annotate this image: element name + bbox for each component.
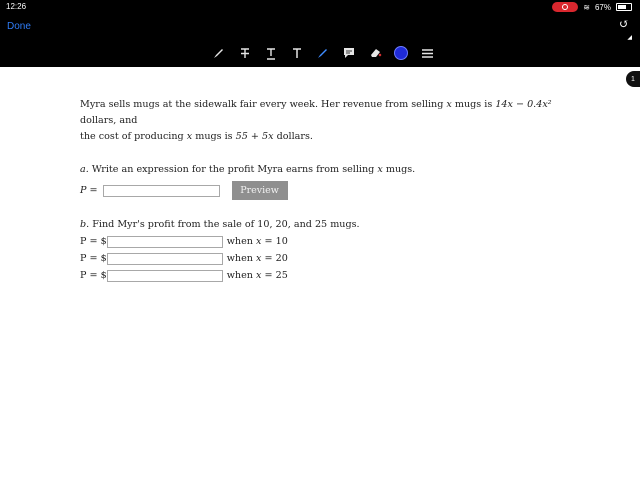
when-label: when — [226, 252, 253, 264]
status-time: 12:26 — [6, 2, 27, 11]
top-bar: 12:26 ≋ 67% Done ↺ ◢ — [0, 0, 640, 67]
profit-dollar-label: P = $ — [80, 252, 107, 264]
part-a-prompt: a. Write an expression for the profit My… — [80, 162, 580, 178]
pen-icon[interactable] — [206, 44, 232, 62]
part-a: a. Write an expression for the profit My… — [80, 162, 580, 200]
comment-icon[interactable] — [336, 44, 362, 62]
problem-text: dollars. — [273, 131, 313, 142]
variable-x: x — [256, 235, 262, 247]
part-b-row-3: P = $ when x = 25 — [80, 267, 580, 284]
profit-input-x25[interactable] — [106, 269, 223, 282]
wifi-icon: ≋ — [583, 2, 590, 12]
underline-text-icon[interactable] — [258, 44, 284, 62]
battery-icon — [616, 3, 632, 11]
color-picker-icon[interactable] — [388, 44, 414, 62]
problem-statement: Myra sells mugs at the sidewalk fair eve… — [80, 97, 580, 145]
preview-button[interactable]: Preview — [231, 181, 288, 200]
problem-text: dollars, and — [80, 115, 138, 126]
text-icon[interactable] — [284, 44, 310, 62]
profit-label: P = — [80, 184, 98, 196]
when-label: when — [226, 235, 253, 247]
part-b-row-1: P = $ when x = 10 — [80, 233, 580, 250]
screen-record-indicator — [552, 2, 579, 12]
problem-text: Myra sells mugs at the sidewalk fair eve… — [80, 99, 447, 110]
x-value: = 10 — [264, 235, 288, 247]
menu-icon[interactable] — [414, 44, 440, 62]
x-value: = 20 — [264, 252, 288, 264]
done-button[interactable]: Done — [7, 21, 31, 32]
part-a-label: a. — [80, 164, 89, 175]
battery-percent: 67% — [594, 2, 611, 12]
variable-x: x — [256, 252, 262, 264]
profit-expression-input[interactable] — [102, 184, 220, 197]
problem-content: Myra sells mugs at the sidewalk fair eve… — [80, 97, 580, 284]
annotation-toolbar — [206, 44, 440, 62]
part-b-label: b. — [80, 219, 90, 230]
problem-text: mugs is — [451, 99, 496, 110]
part-b: b. Find Myr's profit from the sale of 10… — [80, 217, 580, 284]
part-a-answer-row: P = Preview — [80, 181, 580, 200]
part-a-text: Write an expression for the profit Myra … — [91, 164, 378, 175]
expand-arrow-icon[interactable]: ◢ — [627, 34, 632, 41]
variable-x: x — [256, 269, 262, 281]
x-value: = 25 — [264, 269, 288, 281]
profit-dollar-label: P = $ — [80, 269, 107, 281]
undo-icon[interactable]: ↺ — [619, 17, 629, 31]
part-b-prompt: b. Find Myr's profit from the sale of 10… — [80, 217, 580, 233]
page-indicator[interactable]: 1 — [626, 71, 640, 87]
part-b-row-2: P = $ when x = 20 — [80, 250, 580, 267]
profit-dollar-label: P = $ — [80, 235, 107, 247]
part-a-text-end: mugs. — [382, 164, 416, 175]
problem-text: the cost of producing — [80, 131, 187, 142]
profit-input-x10[interactable] — [106, 235, 223, 248]
profit-input-x20[interactable] — [106, 252, 223, 265]
strikethrough-text-icon[interactable] — [232, 44, 258, 62]
part-b-text: Find Myr's profit from the sale of 10, 2… — [92, 219, 360, 230]
problem-text: mugs is — [192, 131, 236, 142]
eraser-icon[interactable] — [362, 44, 388, 62]
cost-expression: 55 + 5x — [235, 131, 274, 142]
status-indicators: ≋ 67% — [552, 2, 632, 12]
highlighter-icon[interactable] — [310, 44, 336, 62]
revenue-expression: 14x − 0.4x² — [495, 99, 552, 110]
when-label: when — [226, 269, 253, 281]
